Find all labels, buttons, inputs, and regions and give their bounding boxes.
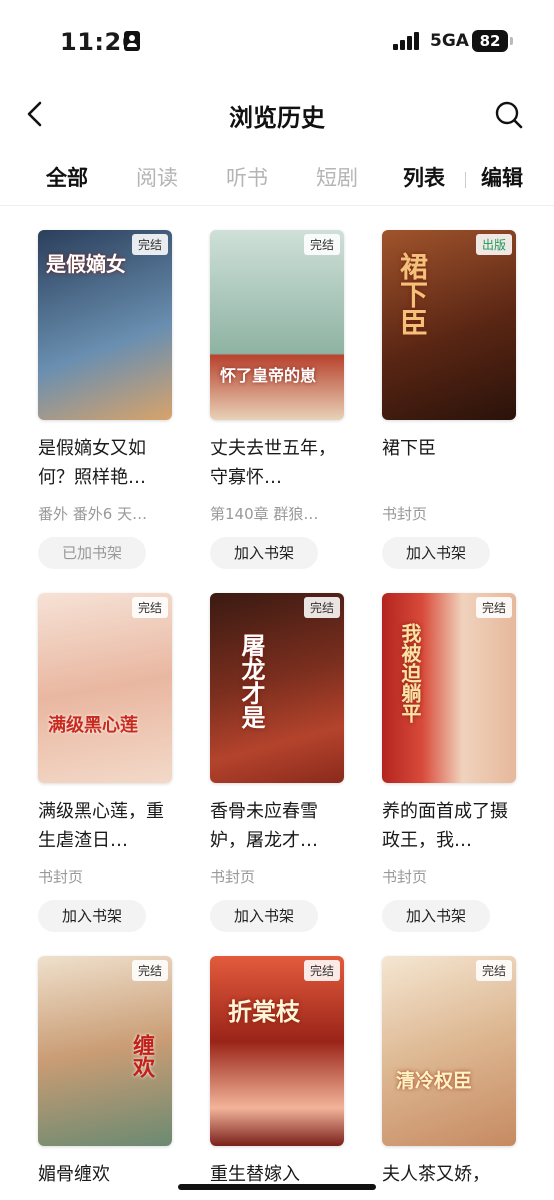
book-cover[interactable]: 我被迫躺平 完结 bbox=[382, 593, 516, 783]
book-cover[interactable]: 怀了皇帝的崽 完结 bbox=[210, 230, 344, 420]
book-progress: 书封页 bbox=[38, 868, 84, 886]
book-progress: 第140章 群狼… bbox=[210, 505, 319, 523]
cover-title: 满级黑心莲 bbox=[48, 715, 138, 736]
cover-title: 折棠枝 bbox=[228, 997, 300, 1026]
add-to-shelf-button[interactable]: 加入书架 bbox=[382, 900, 490, 932]
tab-read[interactable]: 阅读 bbox=[136, 162, 178, 192]
cover-title: 屠龙才是 bbox=[237, 633, 266, 729]
status-badge: 完结 bbox=[303, 234, 340, 255]
cover-title: 清冷权臣 bbox=[396, 1070, 473, 1092]
tab-listen[interactable]: 听书 bbox=[226, 162, 268, 192]
signal-icon bbox=[393, 32, 423, 50]
status-badge: 完结 bbox=[303, 597, 340, 618]
book-title: 重生替嫁入 bbox=[210, 1164, 300, 1185]
status-badge: 出版 bbox=[475, 234, 512, 255]
nav-bar: 浏览历史 bbox=[0, 86, 554, 142]
book-title: 香骨未应春雪妒，屠龙才… bbox=[210, 801, 318, 851]
book-title: 媚骨缠欢 bbox=[38, 1164, 110, 1185]
book-cover[interactable]: 满级黑心莲 完结 bbox=[38, 593, 172, 783]
book-cover[interactable]: 折棠枝 完结 bbox=[210, 956, 344, 1146]
book-title: 是假嫡女又如何？照样艳… bbox=[38, 438, 146, 488]
tab-all[interactable]: 全部 bbox=[46, 162, 88, 192]
book-title: 夫人茶又娇， bbox=[382, 1164, 490, 1185]
add-to-shelf-button[interactable]: 加入书架 bbox=[382, 537, 490, 569]
book-title: 养的面首成了摄政王，我… bbox=[382, 801, 508, 851]
book-progress: 书封页 bbox=[382, 505, 428, 523]
cover-title: 怀了皇帝的崽 bbox=[220, 366, 317, 385]
status-badge: 完结 bbox=[131, 960, 168, 981]
home-indicator[interactable] bbox=[178, 1184, 376, 1190]
status-badge: 完结 bbox=[475, 960, 512, 981]
status-bar: 11:26 5GA 82 bbox=[0, 0, 554, 80]
add-to-shelf-button[interactable]: 已加书架 bbox=[38, 537, 146, 569]
book-cover[interactable]: 清冷权臣 完结 bbox=[382, 956, 516, 1146]
add-to-shelf-button[interactable]: 加入书架 bbox=[210, 900, 318, 932]
add-to-shelf-button[interactable]: 加入书架 bbox=[210, 537, 318, 569]
back-icon[interactable] bbox=[22, 100, 50, 128]
filter-tabs: 全部 阅读 听书 短剧 列表 编辑 bbox=[0, 150, 554, 206]
cover-title: 是假嫡女 bbox=[46, 252, 126, 276]
person-card-icon bbox=[124, 31, 140, 51]
book-title: 丈夫去世五年，守寡怀… bbox=[210, 438, 336, 488]
cover-title: 缠欢 bbox=[129, 1034, 155, 1078]
divider bbox=[465, 172, 466, 188]
tab-short-drama[interactable]: 短剧 bbox=[316, 162, 358, 192]
cover-title: 我被迫躺平 bbox=[398, 623, 422, 723]
status-badge: 完结 bbox=[131, 597, 168, 618]
add-to-shelf-button[interactable]: 加入书架 bbox=[38, 900, 146, 932]
book-cover[interactable]: 屠龙才是 完结 bbox=[210, 593, 344, 783]
status-badge: 完结 bbox=[303, 960, 340, 981]
book-progress: 书封页 bbox=[382, 868, 428, 886]
battery-icon: 82 bbox=[472, 30, 513, 52]
list-view-button[interactable]: 列表 bbox=[403, 162, 445, 192]
book-title: 裙下臣 bbox=[382, 438, 436, 459]
network-label: 5GA bbox=[430, 31, 469, 51]
status-badge: 完结 bbox=[475, 597, 512, 618]
edit-button[interactable]: 编辑 bbox=[481, 162, 523, 192]
book-cover[interactable]: 是假嫡女 完结 bbox=[38, 230, 172, 420]
book-cover[interactable]: 缠欢 完结 bbox=[38, 956, 172, 1146]
book-progress: 书封页 bbox=[210, 868, 256, 886]
book-cover[interactable]: 裙下臣 出版 bbox=[382, 230, 516, 420]
cover-title: 裙下臣 bbox=[396, 252, 429, 336]
page-title: 浏览历史 bbox=[229, 104, 325, 132]
status-badge: 完结 bbox=[131, 234, 168, 255]
search-icon[interactable] bbox=[494, 100, 524, 130]
book-progress: 番外 番外6 天… bbox=[38, 505, 148, 523]
book-title: 满级黑心莲，重生虐渣日… bbox=[38, 801, 164, 851]
